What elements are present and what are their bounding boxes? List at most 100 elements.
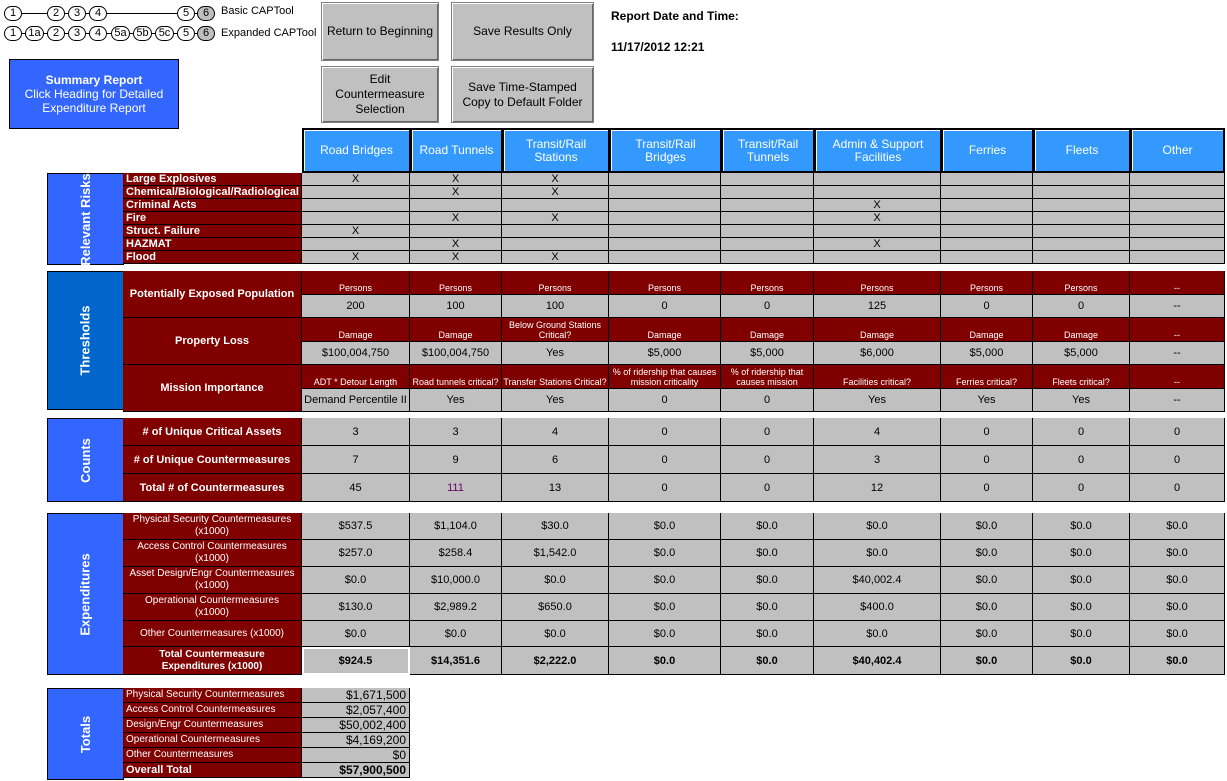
threshold-value-cell: $100,004,750 [410, 342, 502, 365]
threshold-header-cell: -- [1130, 271, 1225, 295]
column-header-1[interactable]: Road Tunnels [410, 128, 503, 173]
risk-row-cell [302, 199, 410, 212]
expenditure-row-cell: $0.0 [814, 540, 941, 567]
expanded-captool-label: Expanded CAPTool [221, 27, 317, 39]
expenditure-row-cell: $0.0 [941, 647, 1033, 675]
risk-row-cell: X [502, 186, 609, 199]
risk-row-cell: X [410, 186, 502, 199]
risk-row-cell [410, 199, 502, 212]
risk-row-label: Criminal Acts [123, 199, 302, 212]
expenditure-row-cell: $0.0 [941, 540, 1033, 567]
step-1a-button[interactable]: 1a [25, 26, 44, 41]
expenditure-row-cell: $0.0 [502, 567, 609, 594]
risk-row-cell [1033, 238, 1130, 251]
expenditure-row-cell: $0.0 [941, 621, 1033, 647]
risk-row-label: Flood [123, 251, 302, 264]
column-header-7[interactable]: Fleets [1033, 128, 1131, 173]
count-row-cell: 0 [1033, 446, 1130, 474]
threshold-value-cell: $6,000 [814, 342, 941, 365]
expenditure-row-label: Total Countermeasure Expenditures (x1000… [123, 647, 302, 675]
count-row-cell: 111 [410, 474, 502, 502]
step-2-button[interactable]: 2 [47, 6, 65, 21]
risk-row-cell [1130, 212, 1225, 225]
totals-value: $50,002,400 [302, 718, 410, 733]
count-row-cell: 0 [609, 474, 721, 502]
risk-row-label: Large Explosives [123, 173, 302, 186]
expenditure-row-cell: $257.0 [302, 540, 410, 567]
save-results-only-button[interactable]: Save Results Only [451, 2, 594, 61]
column-header-5[interactable]: Admin & Support Facilities [814, 128, 942, 173]
count-row-cell: 0 [721, 474, 814, 502]
threshold-header-cell: Persons [814, 271, 941, 295]
expenditure-row-cell: $0.0 [1033, 621, 1130, 647]
expenditure-row-cell: $0.0 [721, 647, 814, 675]
expenditure-row-cell: $0.0 [814, 621, 941, 647]
column-header-8[interactable]: Other [1130, 128, 1225, 173]
summary-line-2: Expenditure Report [42, 101, 146, 115]
risk-row-cell [1130, 173, 1225, 186]
step-4-button[interactable]: 4 [89, 26, 107, 41]
expenditure-row-cell: $0.0 [609, 621, 721, 647]
risk-row-cell [609, 238, 721, 251]
return-to-beginning-button[interactable]: Return to Beginning [321, 2, 439, 61]
step-5b-button[interactable]: 5b [133, 26, 152, 41]
step-5-button[interactable]: 5 [177, 26, 195, 41]
column-header-0[interactable]: Road Bridges [302, 128, 411, 173]
count-row-cell: 9 [410, 446, 502, 474]
threshold-value-cell: 0 [609, 389, 721, 412]
expenditure-row-cell: $0.0 [814, 513, 941, 540]
count-row-cell: 0 [1130, 446, 1225, 474]
step-5-button[interactable]: 5 [177, 6, 195, 21]
expenditure-row-cell: $40,402.4 [814, 647, 941, 675]
threshold-value-cell: 200 [302, 295, 410, 318]
section-title: Relevant Risks [78, 172, 93, 266]
threshold-header-cell: Persons [410, 271, 502, 295]
threshold-header-cell: Damage [941, 318, 1033, 342]
threshold-value-cell: 0 [721, 295, 814, 318]
column-header-2[interactable]: Transit/Rail Stations [502, 128, 610, 173]
step-3-button[interactable]: 3 [68, 6, 86, 21]
step-6-button[interactable]: 6 [197, 6, 215, 21]
column-header-3[interactable]: Transit/Rail Bridges [609, 128, 722, 173]
expenditure-row-cell: $0.0 [721, 513, 814, 540]
threshold-header-cell: -- [1130, 318, 1225, 342]
section-label-totals: Totals [47, 688, 124, 780]
risk-row-cell [609, 225, 721, 238]
risk-row-cell [814, 225, 941, 238]
threshold-header-cell: ADT * Detour Length [302, 365, 410, 389]
section-title: Thresholds [77, 305, 93, 376]
step-5c-button[interactable]: 5c [155, 26, 174, 41]
step-6-button[interactable]: 6 [197, 26, 215, 41]
risk-row-cell [1130, 199, 1225, 212]
risk-row-cell: X [302, 225, 410, 238]
risk-row-cell: X [814, 199, 941, 212]
count-row-cell: 0 [721, 446, 814, 474]
step-5a-button[interactable]: 5a [111, 26, 130, 41]
risk-row-cell [814, 173, 941, 186]
count-row-cell: 0 [609, 418, 721, 446]
risk-row-cell [609, 186, 721, 199]
risk-row-cell [721, 212, 814, 225]
column-header-4[interactable]: Transit/Rail Tunnels [721, 128, 815, 173]
threshold-header-cell: Damage [609, 318, 721, 342]
risk-row-cell: X [410, 251, 502, 264]
expenditure-row-cell: $0.0 [1033, 647, 1130, 675]
risk-row-cell [941, 186, 1033, 199]
step-3-button[interactable]: 3 [68, 26, 86, 41]
expenditure-row-cell: $0.0 [302, 567, 410, 594]
edit-countermeasure-selection-button[interactable]: Edit Countermeasure Selection [321, 66, 439, 123]
step-1-button[interactable]: 1 [4, 26, 22, 41]
expenditure-row-cell: $0.0 [1033, 540, 1130, 567]
count-row-cell: 3 [814, 446, 941, 474]
totals-label: Access Control Countermeasures [123, 703, 302, 718]
step-2-button[interactable]: 2 [47, 26, 65, 41]
column-header-6[interactable]: Ferries [941, 128, 1034, 173]
save-time-stamped-copy-button[interactable]: Save Time-Stamped Copy to Default Folder [451, 66, 594, 123]
threshold-header-cell: Damage [410, 318, 502, 342]
expenditure-row-cell: $0.0 [1130, 540, 1225, 567]
threshold-value-cell: $5,000 [609, 342, 721, 365]
threshold-header-cell: Persons [1033, 271, 1130, 295]
expenditure-row-cell: $0.0 [721, 540, 814, 567]
step-4-button[interactable]: 4 [89, 6, 107, 21]
step-1-button[interactable]: 1 [4, 6, 22, 21]
